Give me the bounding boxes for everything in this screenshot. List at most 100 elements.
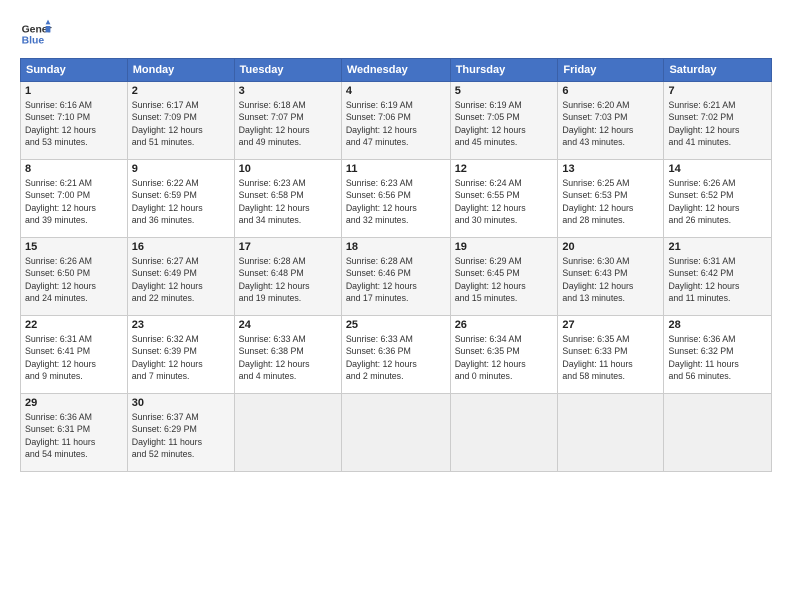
calendar-cell: 13 Sunrise: 6:25 AMSunset: 6:53 PMDaylig… (558, 160, 664, 238)
calendar-cell: 29 Sunrise: 6:36 AMSunset: 6:31 PMDaylig… (21, 394, 128, 472)
day-info: Sunrise: 6:21 AMSunset: 7:00 PMDaylight:… (25, 178, 96, 225)
calendar-cell: 25 Sunrise: 6:33 AMSunset: 6:36 PMDaylig… (341, 316, 450, 394)
day-info: Sunrise: 6:28 AMSunset: 6:48 PMDaylight:… (239, 256, 310, 303)
calendar-cell: 19 Sunrise: 6:29 AMSunset: 6:45 PMDaylig… (450, 238, 558, 316)
day-number: 3 (239, 85, 337, 97)
day-number: 9 (132, 163, 230, 175)
day-info: Sunrise: 6:31 AMSunset: 6:41 PMDaylight:… (25, 334, 96, 381)
day-info: Sunrise: 6:35 AMSunset: 6:33 PMDaylight:… (562, 334, 632, 381)
calendar-cell: 24 Sunrise: 6:33 AMSunset: 6:38 PMDaylig… (234, 316, 341, 394)
logo: General Blue (20, 18, 52, 50)
day-info: Sunrise: 6:22 AMSunset: 6:59 PMDaylight:… (132, 178, 203, 225)
svg-text:Blue: Blue (22, 36, 45, 47)
weekday-header-monday: Monday (127, 59, 234, 82)
day-number: 12 (455, 163, 554, 175)
day-number: 15 (25, 241, 123, 253)
calendar-cell: 11 Sunrise: 6:23 AMSunset: 6:56 PMDaylig… (341, 160, 450, 238)
calendar-cell: 9 Sunrise: 6:22 AMSunset: 6:59 PMDayligh… (127, 160, 234, 238)
day-info: Sunrise: 6:26 AMSunset: 6:50 PMDaylight:… (25, 256, 96, 303)
calendar-cell: 1 Sunrise: 6:16 AMSunset: 7:10 PMDayligh… (21, 82, 128, 160)
day-info: Sunrise: 6:33 AMSunset: 6:38 PMDaylight:… (239, 334, 310, 381)
calendar-week-row: 1 Sunrise: 6:16 AMSunset: 7:10 PMDayligh… (21, 82, 772, 160)
day-number: 18 (346, 241, 446, 253)
day-number: 22 (25, 319, 123, 331)
day-number: 30 (132, 397, 230, 409)
day-info: Sunrise: 6:23 AMSunset: 6:56 PMDaylight:… (346, 178, 417, 225)
day-info: Sunrise: 6:36 AMSunset: 6:31 PMDaylight:… (25, 412, 95, 459)
weekday-header-friday: Friday (558, 59, 664, 82)
calendar-cell: 3 Sunrise: 6:18 AMSunset: 7:07 PMDayligh… (234, 82, 341, 160)
day-number: 5 (455, 85, 554, 97)
day-info: Sunrise: 6:23 AMSunset: 6:58 PMDaylight:… (239, 178, 310, 225)
day-number: 27 (562, 319, 659, 331)
day-number: 14 (668, 163, 767, 175)
weekday-header-saturday: Saturday (664, 59, 772, 82)
day-info: Sunrise: 6:36 AMSunset: 6:32 PMDaylight:… (668, 334, 738, 381)
calendar-cell: 27 Sunrise: 6:35 AMSunset: 6:33 PMDaylig… (558, 316, 664, 394)
calendar-week-row: 22 Sunrise: 6:31 AMSunset: 6:41 PMDaylig… (21, 316, 772, 394)
calendar-cell: 2 Sunrise: 6:17 AMSunset: 7:09 PMDayligh… (127, 82, 234, 160)
calendar-cell: 18 Sunrise: 6:28 AMSunset: 6:46 PMDaylig… (341, 238, 450, 316)
day-info: Sunrise: 6:34 AMSunset: 6:35 PMDaylight:… (455, 334, 526, 381)
day-number: 1 (25, 85, 123, 97)
calendar-cell: 22 Sunrise: 6:31 AMSunset: 6:41 PMDaylig… (21, 316, 128, 394)
calendar-cell: 21 Sunrise: 6:31 AMSunset: 6:42 PMDaylig… (664, 238, 772, 316)
calendar-cell: 23 Sunrise: 6:32 AMSunset: 6:39 PMDaylig… (127, 316, 234, 394)
day-number: 8 (25, 163, 123, 175)
calendar-week-row: 15 Sunrise: 6:26 AMSunset: 6:50 PMDaylig… (21, 238, 772, 316)
day-number: 25 (346, 319, 446, 331)
day-info: Sunrise: 6:25 AMSunset: 6:53 PMDaylight:… (562, 178, 633, 225)
calendar-body: 1 Sunrise: 6:16 AMSunset: 7:10 PMDayligh… (21, 82, 772, 472)
day-number: 26 (455, 319, 554, 331)
calendar-cell: 28 Sunrise: 6:36 AMSunset: 6:32 PMDaylig… (664, 316, 772, 394)
weekday-header-wednesday: Wednesday (341, 59, 450, 82)
day-number: 20 (562, 241, 659, 253)
calendar-cell (664, 394, 772, 472)
day-number: 10 (239, 163, 337, 175)
day-number: 7 (668, 85, 767, 97)
calendar-cell (234, 394, 341, 472)
calendar-cell: 17 Sunrise: 6:28 AMSunset: 6:48 PMDaylig… (234, 238, 341, 316)
day-info: Sunrise: 6:29 AMSunset: 6:45 PMDaylight:… (455, 256, 526, 303)
day-info: Sunrise: 6:21 AMSunset: 7:02 PMDaylight:… (668, 100, 739, 147)
calendar-cell: 16 Sunrise: 6:27 AMSunset: 6:49 PMDaylig… (127, 238, 234, 316)
day-info: Sunrise: 6:19 AMSunset: 7:05 PMDaylight:… (455, 100, 526, 147)
day-number: 4 (346, 85, 446, 97)
calendar-cell: 30 Sunrise: 6:37 AMSunset: 6:29 PMDaylig… (127, 394, 234, 472)
calendar-cell (450, 394, 558, 472)
day-info: Sunrise: 6:26 AMSunset: 6:52 PMDaylight:… (668, 178, 739, 225)
calendar-cell: 5 Sunrise: 6:19 AMSunset: 7:05 PMDayligh… (450, 82, 558, 160)
calendar-week-row: 8 Sunrise: 6:21 AMSunset: 7:00 PMDayligh… (21, 160, 772, 238)
weekday-header-thursday: Thursday (450, 59, 558, 82)
calendar-cell: 20 Sunrise: 6:30 AMSunset: 6:43 PMDaylig… (558, 238, 664, 316)
calendar-week-row: 29 Sunrise: 6:36 AMSunset: 6:31 PMDaylig… (21, 394, 772, 472)
logo-icon: General Blue (20, 18, 52, 50)
day-info: Sunrise: 6:18 AMSunset: 7:07 PMDaylight:… (239, 100, 310, 147)
day-number: 6 (562, 85, 659, 97)
day-info: Sunrise: 6:19 AMSunset: 7:06 PMDaylight:… (346, 100, 417, 147)
calendar-cell: 14 Sunrise: 6:26 AMSunset: 6:52 PMDaylig… (664, 160, 772, 238)
day-number: 23 (132, 319, 230, 331)
day-info: Sunrise: 6:31 AMSunset: 6:42 PMDaylight:… (668, 256, 739, 303)
calendar-table: SundayMondayTuesdayWednesdayThursdayFrid… (20, 58, 772, 472)
day-number: 2 (132, 85, 230, 97)
day-number: 16 (132, 241, 230, 253)
day-info: Sunrise: 6:27 AMSunset: 6:49 PMDaylight:… (132, 256, 203, 303)
day-info: Sunrise: 6:16 AMSunset: 7:10 PMDaylight:… (25, 100, 96, 147)
calendar-cell (558, 394, 664, 472)
day-info: Sunrise: 6:33 AMSunset: 6:36 PMDaylight:… (346, 334, 417, 381)
day-number: 28 (668, 319, 767, 331)
weekday-header-sunday: Sunday (21, 59, 128, 82)
calendar-cell: 4 Sunrise: 6:19 AMSunset: 7:06 PMDayligh… (341, 82, 450, 160)
day-info: Sunrise: 6:24 AMSunset: 6:55 PMDaylight:… (455, 178, 526, 225)
calendar-cell (341, 394, 450, 472)
weekday-header-tuesday: Tuesday (234, 59, 341, 82)
day-info: Sunrise: 6:30 AMSunset: 6:43 PMDaylight:… (562, 256, 633, 303)
day-info: Sunrise: 6:20 AMSunset: 7:03 PMDaylight:… (562, 100, 633, 147)
day-number: 11 (346, 163, 446, 175)
calendar-cell: 26 Sunrise: 6:34 AMSunset: 6:35 PMDaylig… (450, 316, 558, 394)
calendar-cell: 7 Sunrise: 6:21 AMSunset: 7:02 PMDayligh… (664, 82, 772, 160)
day-number: 21 (668, 241, 767, 253)
calendar-cell: 12 Sunrise: 6:24 AMSunset: 6:55 PMDaylig… (450, 160, 558, 238)
day-info: Sunrise: 6:17 AMSunset: 7:09 PMDaylight:… (132, 100, 203, 147)
